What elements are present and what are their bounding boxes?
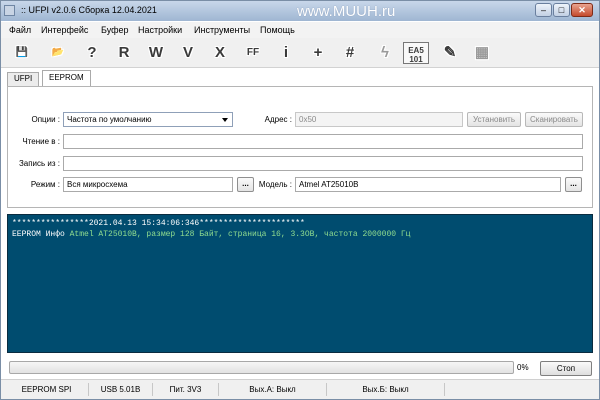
eas-button[interactable]: EA5 101 [403, 40, 429, 66]
status-output-b: Вых.Б: Выкл [327, 383, 445, 396]
progress-bar [9, 361, 514, 374]
model-label: Модель : [258, 180, 292, 189]
hex-view-button[interactable]: ▦ [469, 40, 495, 66]
write-icon: W [148, 44, 164, 61]
stop-button[interactable]: Стоп [540, 361, 592, 376]
status-power: Пит. 3V3 [153, 383, 219, 396]
save-button[interactable]: 💾 [9, 40, 35, 66]
identify-chip-icon: ? [87, 44, 97, 61]
progress-percent: 0% [517, 363, 529, 372]
log-entry-text: Atmel AT25010B, размер 128 Байт, страниц… [69, 230, 411, 239]
maximize-icon: □ [558, 5, 565, 15]
toolbar: 💾 📂 ? R W V X FF i + # ϟ EA5 101 ✎ ▦ [1, 38, 599, 68]
edit-icon: ✎ [443, 44, 457, 61]
close-icon: ✕ [578, 5, 586, 15]
tab-ufpi[interactable]: UFPI [7, 72, 40, 86]
read-to-label: Чтение в : [22, 137, 60, 146]
blank-check-icon: FF [246, 47, 260, 58]
status-usb: USB 5.01B [89, 383, 153, 396]
chevron-down-icon [222, 118, 228, 122]
menu-interface[interactable]: Интерфейс [41, 25, 88, 35]
info-icon: i [283, 44, 289, 61]
identify-button[interactable]: ? [79, 40, 105, 66]
open-folder-icon: 📂 [51, 47, 65, 58]
open-button[interactable]: 📂 [45, 40, 71, 66]
read-icon: R [118, 44, 130, 61]
blank-check-button[interactable]: FF [240, 40, 266, 66]
status-protocol: EEPROM SPI [5, 383, 89, 396]
write-from-label: Запись из : [18, 159, 60, 168]
scan-button[interactable]: Сканировать [525, 112, 583, 127]
checksum-button[interactable]: # [337, 40, 363, 66]
verify-icon: V [182, 44, 193, 61]
write-from-input[interactable] [63, 156, 583, 171]
erase-button[interactable]: X [207, 40, 233, 66]
log-entry-prefix: EEPROM Инфо [12, 230, 70, 239]
info-button[interactable]: i [273, 40, 299, 66]
options-select[interactable]: Частота по умолчанию [63, 112, 233, 127]
write-button[interactable]: W [143, 40, 169, 66]
read-button[interactable]: R [111, 40, 137, 66]
app-icon [4, 5, 15, 16]
tab-strip: UFPI EEPROM [7, 70, 593, 86]
add-icon: + [313, 44, 323, 61]
log-entry: EEPROM Инфо Atmel AT25010B, размер 128 Б… [12, 229, 588, 240]
menu-buffer[interactable]: Буфер [101, 25, 129, 35]
options-value: Частота по умолчанию [67, 115, 152, 124]
menu-settings[interactable]: Настройки [138, 25, 182, 35]
maximize-button[interactable]: □ [553, 3, 570, 17]
verify-button[interactable]: V [175, 40, 201, 66]
menu-file[interactable]: Файл [9, 25, 31, 35]
model-field[interactable]: Atmel AT25010B [295, 177, 561, 192]
lightning-icon: ϟ [381, 44, 389, 61]
checksum-icon: # [345, 44, 355, 61]
close-button[interactable]: ✕ [571, 3, 593, 17]
status-bar: EEPROM SPI USB 5.01B Пит. 3V3 Вых.А: Вык… [1, 379, 599, 399]
menu-bar: Файл Интерфейс Буфер Настройки Инструмен… [1, 22, 599, 38]
model-browse-button[interactable]: ... [565, 177, 582, 192]
address-input[interactable]: 0x50 [295, 112, 463, 127]
minimize-icon: – [540, 5, 546, 15]
app-window: :: UFPI v2.0.6 Сборка 12.04.2021 www.MUU… [0, 0, 600, 400]
address-label: Адрес : [264, 115, 292, 124]
save-icon: 💾 [15, 47, 29, 58]
menu-help[interactable]: Помощь [260, 25, 295, 35]
lightning-button[interactable]: ϟ [372, 40, 398, 66]
options-label: Опции : [31, 115, 60, 124]
erase-icon: X [214, 44, 225, 61]
edit-button[interactable]: ✎ [437, 40, 463, 66]
set-address-button[interactable]: Установить [467, 112, 521, 127]
window-title: :: UFPI v2.0.6 Сборка 12.04.2021 [21, 5, 157, 15]
eas-icon: EA5 101 [403, 42, 429, 64]
log-console[interactable]: ****************2021.04.13 15:34:06:346*… [7, 214, 593, 353]
read-to-input[interactable] [63, 134, 583, 149]
watermark: www.MUUH.ru [297, 3, 396, 20]
eeprom-panel: Опции : Частота по умолчанию Адрес : 0x5… [7, 86, 593, 208]
status-output-a: Вых.А: Выкл [219, 383, 327, 396]
minimize-button[interactable]: – [535, 3, 552, 17]
tab-eeprom[interactable]: EEPROM [42, 70, 91, 86]
title-bar[interactable]: :: UFPI v2.0.6 Сборка 12.04.2021 www.MUU… [1, 1, 599, 21]
mode-label: Режим : [30, 180, 60, 189]
menu-tools[interactable]: Инструменты [194, 25, 250, 35]
hex-grid-icon: ▦ [474, 44, 490, 61]
add-button[interactable]: + [305, 40, 331, 66]
log-timestamp-line: ****************2021.04.13 15:34:06:346*… [12, 219, 305, 228]
mode-field[interactable]: Вся микросхема [63, 177, 233, 192]
